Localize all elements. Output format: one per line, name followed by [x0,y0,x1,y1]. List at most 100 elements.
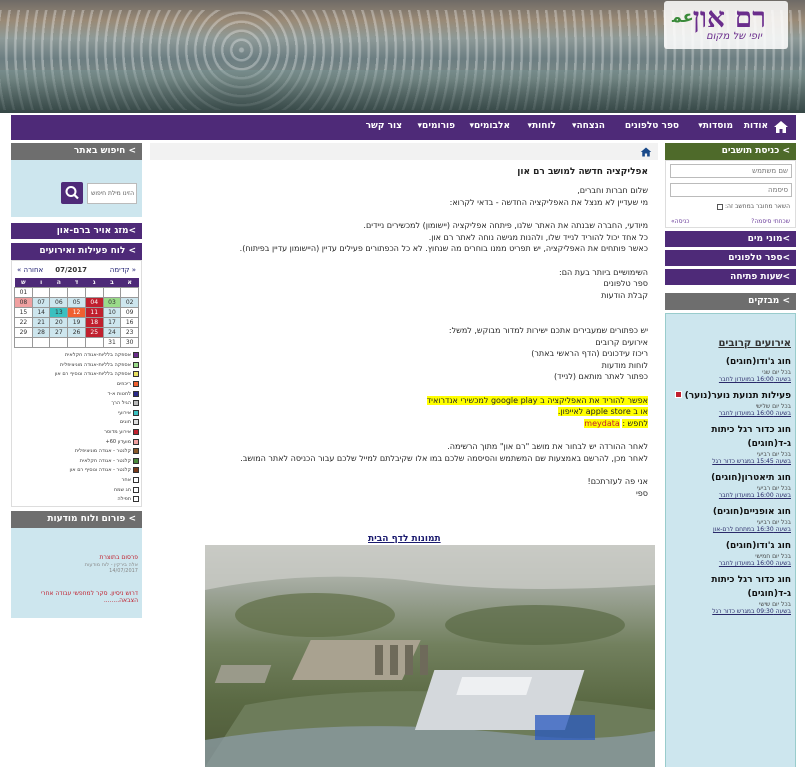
event-title[interactable]: חוג כדור רגל כיתות ג-ד(חוגים) [670,423,791,451]
calendar-day[interactable]: 29 [14,326,33,338]
nav-item-forums[interactable]: פורומים▾ [418,121,455,131]
home-icon[interactable] [640,146,652,158]
password-field[interactable] [670,183,792,197]
calendar-day[interactable]: 14 [31,306,51,318]
calendar-day[interactable]: 28 [31,326,51,338]
login-button[interactable]: כניסה» [671,218,689,225]
event-item[interactable]: חוג כדור רגל כיתות ג-ד(חוגים) בכל יום רב… [670,423,791,465]
calendar-day[interactable] [84,336,104,348]
calendar-day[interactable]: 03 [102,296,122,308]
calendar-day[interactable]: 23 [120,326,139,338]
water-meters-link[interactable]: >מוני מים [665,231,796,247]
calendar-day[interactable]: 08 [14,296,33,308]
calendar-day[interactable] [67,336,86,348]
calendar-day[interactable] [102,286,122,298]
calendar-day[interactable]: 21 [31,316,51,328]
article-list-item: ריכוז עידכונים (הדף הראשי באתר) [531,349,648,358]
calendar-day[interactable]: 22 [14,316,33,328]
nav-item-contact[interactable]: צור קשר [366,121,402,131]
home-icon[interactable] [773,119,789,135]
legend-swatch-icon [133,438,139,445]
event-time: בשעה 16:00 במועדון לחבר [670,410,791,417]
pictures-title-link[interactable]: תמונות לדף הבית [368,534,441,544]
event-day: בכל יום רביעי [756,451,791,458]
calendar-day[interactable]: 31 [102,336,122,348]
event-item[interactable]: חוג ג'ודו(חוגים) בכל יום שני בשעה 16:00 … [670,355,791,383]
calendar-day[interactable] [31,336,51,348]
legend-swatch-icon [133,457,139,464]
forum-item-text[interactable]: דרוש ניסיון. סקר למחפשי עבודה אחרי הצבאה… [41,590,138,604]
calendar-day[interactable]: 06 [49,296,69,308]
calendar-day[interactable] [49,336,69,348]
calendar-day[interactable] [67,286,86,298]
calendar-day[interactable] [49,286,69,298]
calendar-day[interactable] [31,286,51,298]
calendar-day[interactable]: 18 [84,316,104,328]
username-field[interactable] [670,164,792,178]
weather-link[interactable]: >מזג אויר ברם-און [11,223,142,239]
calendar-day[interactable]: 07 [31,296,51,308]
calendar-day[interactable] [120,286,139,298]
search-input[interactable]: הזינו מילת חיפוש [87,183,137,204]
aerial-photo[interactable] [205,545,655,767]
event-title[interactable]: פעילות תנועת נוער(נוער) [670,389,791,403]
nav-item-phonebook[interactable]: ספר טלפונים [625,121,679,131]
calendar-day[interactable]: 15 [14,306,33,318]
events-heading[interactable]: אירועים קרובים [670,338,791,349]
event-item[interactable]: חוג כדור רגל כיתות ג-ד(חוגים) בכל יום שי… [670,573,791,615]
calendar-day[interactable]: 17 [102,316,122,328]
calendar-day[interactable]: 13 [49,306,69,318]
site-logo[interactable]: רם און יופי של מקום ﻋﻤ [664,1,788,49]
calendar-day[interactable]: 04 [84,296,104,308]
calendar-day[interactable]: 27 [49,326,69,338]
calendar-day[interactable]: 10 [102,306,122,318]
nav-item-memorial[interactable]: הנצחה▾ [572,121,605,131]
forgot-password-link[interactable]: שכחתי סיסמה? [751,218,790,225]
search-term-label: לחפש : [622,418,648,428]
event-title[interactable]: חוג ג'ודו(חוגים) [670,355,791,369]
opening-hours-link[interactable]: >שעות פתיחה [665,269,796,285]
event-title[interactable]: חוג ג'ודו(חוגים) [670,539,791,553]
nav-item-albums[interactable]: אלבומים▾ [469,121,510,131]
event-item[interactable]: חוג ג'ודו(חוגים) בכל יום חמישי בשעה 16:0… [670,539,791,567]
calendar-day[interactable] [14,336,33,348]
legend-swatch-icon [133,400,139,407]
event-item[interactable]: חוג תיאטרון(חוגים) בכל יום רביעי בשעה 16… [670,471,791,499]
phonebook-link[interactable]: >ספר טלפונים [665,250,796,266]
calendar-day[interactable]: 26 [67,326,86,338]
event-item[interactable]: חוג אופניים(חוגים) בכל יום רביעי בשעה 16… [670,505,791,533]
calendar-day[interactable]: 19 [67,316,86,328]
article-paragraph: לאחר מכן, להרשם באמצעות שם המשתמש והסיסמ… [240,453,648,463]
calendar-day[interactable]: 01 [14,286,33,298]
forum-item[interactable]: פרסום בתוצרת אלה בירקין - לוח מודעות 14/… [58,554,138,574]
calendar-day[interactable]: 11 [84,306,104,318]
calendar-day-header: ה [49,278,68,287]
calendar-day[interactable]: 20 [49,316,69,328]
forum-item[interactable]: דרוש ניסיון. סקר למחפשי עבודה אחרי הצבאה… [15,590,138,604]
calendar-day[interactable]: 02 [120,296,139,308]
event-item[interactable]: פעילות תנועת נוער(נוער) בכל יום שלישי בש… [670,389,791,417]
nav-item-institutions[interactable]: מוסדות▾ [698,121,733,131]
calendar-day[interactable]: 05 [67,296,86,308]
calendar-next-link[interactable]: אחורה » [17,266,43,274]
article-highlight: או ב apple store לאייפון. [150,406,658,418]
nav-item-about[interactable]: אודות [744,121,768,131]
event-title[interactable]: חוג כדור רגל כיתות ג-ד(חוגים) [670,573,791,601]
event-time-text: בשעה 09:30 במגרש כדור רגל [712,608,791,615]
search-button[interactable] [61,182,83,204]
calendar-day[interactable]: 25 [84,326,104,338]
event-title[interactable]: חוג תיאטרון(חוגים) [670,471,791,485]
forum-item-text[interactable]: פרסום בתוצרת [100,554,139,561]
remember-checkbox[interactable] [717,203,724,210]
nav-item-boards[interactable]: לוחות▾ [528,121,556,131]
calendar-prev-link[interactable]: « קדימה [110,266,136,274]
calendar-day[interactable]: 24 [102,326,122,338]
event-time-text: בשעה 15:45 במגרש כדור רגל [712,458,791,465]
calendar-day[interactable]: 16 [120,316,139,328]
calendar-day[interactable] [84,286,104,298]
event-title[interactable]: חוג אופניים(חוגים) [670,505,791,519]
calendar-day[interactable]: 12 [67,306,86,318]
calendar-day[interactable]: 09 [120,306,139,318]
calendar-day[interactable]: 30 [120,336,139,348]
legend-label: תפילה [117,496,131,503]
